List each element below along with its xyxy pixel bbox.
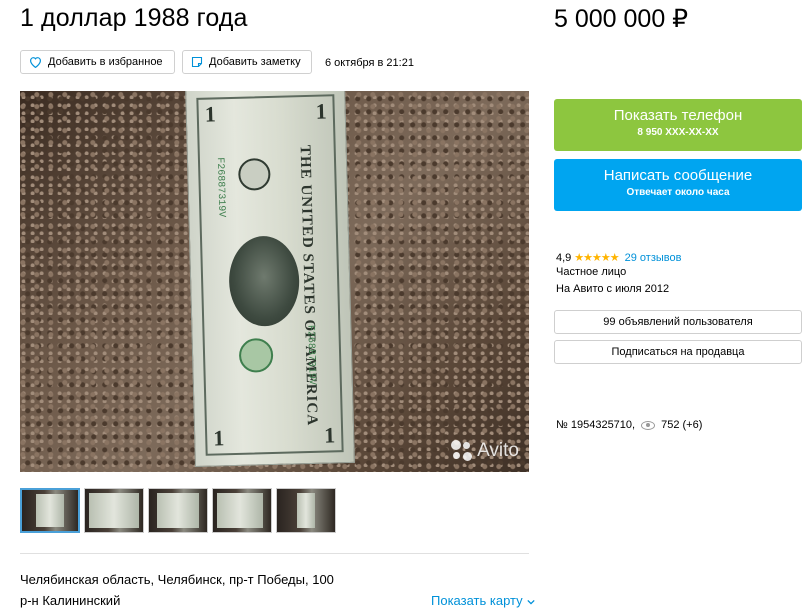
- add-to-favorites-label: Добавить в избранное: [48, 56, 163, 68]
- avito-watermark: Avito: [451, 440, 519, 462]
- view-count: 752 (+6): [661, 419, 703, 431]
- watermark-text: Avito: [477, 440, 519, 461]
- listing-date: 6 октября в 21:21: [325, 57, 414, 69]
- seller-rating: 4,9 ★★★★★ 29 отзывов: [556, 251, 682, 265]
- user-ads-button[interactable]: 99 объявлений пользователя: [554, 310, 802, 334]
- ad-number: № 1954325710,: [556, 419, 636, 431]
- ad-meta: № 1954325710, 752 (+6): [556, 419, 702, 431]
- seller-type: Частное лицо: [556, 266, 627, 278]
- show-phone-label: Показать телефон: [613, 107, 743, 124]
- address: Челябинская область, Челябинск, пр-т Поб…: [20, 572, 334, 587]
- write-message-button[interactable]: Написать сообщение Отвечает около часа: [554, 159, 802, 211]
- heart-icon: [30, 57, 41, 68]
- star-icons: ★★★★★: [574, 252, 619, 264]
- thumbnail[interactable]: [276, 488, 336, 533]
- show-map-link[interactable]: Показать карту: [431, 593, 535, 608]
- bill-serial: F26887319V: [213, 157, 227, 218]
- thumbnail-strip: [20, 488, 336, 533]
- main-photo[interactable]: 1 1 1 1 F26887319V THE UNITED STATES OF …: [20, 91, 529, 472]
- reviews-link[interactable]: 29 отзывов: [625, 252, 682, 264]
- rating-value: 4,9: [556, 251, 572, 264]
- bill-corner-one: 1: [204, 101, 217, 127]
- avito-logo-icon: [451, 440, 473, 462]
- show-phone-button[interactable]: Показать телефон 8 950 XXX-XX-XX: [554, 99, 802, 151]
- add-to-favorites-button[interactable]: Добавить в избранное: [20, 50, 175, 74]
- listing-price: 5 000 000 ₽: [554, 5, 689, 33]
- seller-since: На Авито с июля 2012: [556, 283, 670, 295]
- bill-corner-one: 1: [212, 425, 225, 451]
- bill-corner-one: 1: [315, 98, 328, 124]
- subscribe-seller-button[interactable]: Подписаться на продавца: [554, 340, 802, 364]
- bill-serial: F26887319V: [304, 324, 317, 386]
- add-note-label: Добавить заметку: [209, 56, 301, 68]
- dollar-bill-image: 1 1 1 1 F26887319V THE UNITED STATES OF …: [185, 91, 355, 468]
- note-icon: [191, 56, 203, 68]
- eye-icon: [641, 420, 656, 430]
- response-time: Отвечает около часа: [626, 187, 730, 198]
- add-note-button[interactable]: Добавить заметку: [182, 50, 312, 74]
- phone-masked: 8 950 XXX-XX-XX: [637, 127, 719, 138]
- thumbnail[interactable]: [148, 488, 208, 533]
- listing-title: 1 доллар 1988 года: [20, 4, 248, 32]
- bill-corner-one: 1: [323, 422, 336, 448]
- divider: [20, 553, 529, 554]
- write-message-label: Написать сообщение: [603, 167, 753, 184]
- thumbnail[interactable]: [20, 488, 80, 533]
- show-map-label: Показать карту: [431, 593, 523, 608]
- district: р-н Калининский: [20, 593, 121, 608]
- thumbnail[interactable]: [84, 488, 144, 533]
- thumbnail[interactable]: [212, 488, 272, 533]
- chevron-down-icon: [527, 599, 535, 605]
